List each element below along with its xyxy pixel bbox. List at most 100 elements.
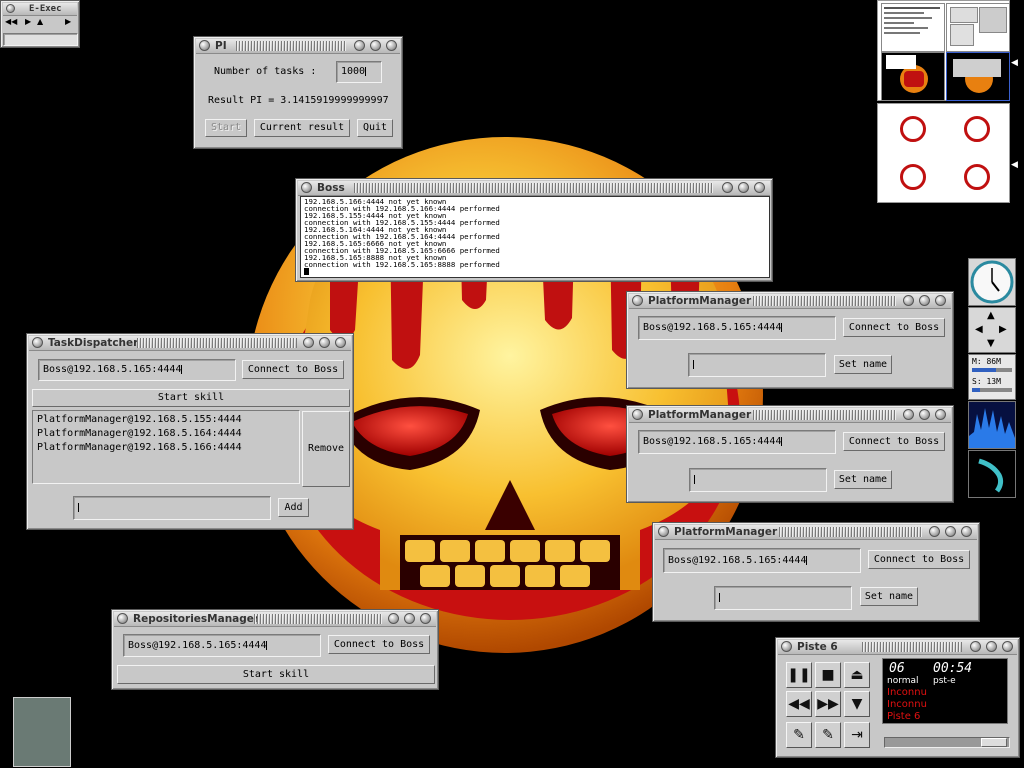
arrow-left-icon[interactable]: ◀ [975,324,983,335]
connect-to-boss-button[interactable]: Connect to Boss [868,550,970,569]
close-icon[interactable] [386,40,397,51]
pause-button[interactable]: ❚❚ [786,662,812,688]
next-button[interactable]: ▶▶ [815,691,841,717]
arrow-right-icon[interactable]: ▶ [999,324,1007,335]
close-icon[interactable] [335,337,346,348]
name-input[interactable] [689,468,827,492]
rewind-icon[interactable]: ◀◀ [5,16,17,28]
boss-address-input[interactable]: Boss@192.168.5.165:4444 [123,634,321,657]
quit-button[interactable]: Quit [357,119,393,137]
minimize-icon[interactable] [929,526,940,537]
eject-button[interactable]: ⏏ [844,662,870,688]
workspace-4[interactable] [946,52,1010,101]
minimize-icon[interactable] [970,641,981,652]
volume-slider[interactable] [884,737,1010,748]
maximize-icon[interactable] [945,526,956,537]
close-icon[interactable] [1002,641,1013,652]
arrow-down-icon[interactable]: ▼ [987,338,995,349]
desktop-pager[interactable] [877,0,1010,101]
connect-to-boss-button[interactable]: Connect to Boss [843,432,945,451]
minimize-icon[interactable] [303,337,314,348]
command-input[interactable] [3,33,78,46]
stop-button[interactable]: ■ [815,662,841,688]
boss-address-input[interactable]: Boss@192.168.5.165:4444 [663,548,861,573]
window-menu-icon[interactable] [117,613,128,624]
remove-button[interactable]: Remove [302,411,350,487]
set-name-button[interactable]: Set name [860,587,918,606]
maximize-icon[interactable] [404,613,415,624]
list-item[interactable]: PlatformManager@192.168.5.166:4444 [37,441,295,455]
window-menu-icon[interactable] [632,295,643,306]
connect-to-boss-button[interactable]: Connect to Boss [328,635,430,654]
previous-button[interactable]: ◀◀ [786,691,812,717]
connect-to-boss-button[interactable]: Connect to Boss [242,360,344,379]
pager-arrow-icon[interactable]: ◀ [1011,160,1018,170]
play-icon[interactable]: ▶ [65,16,71,28]
maximize-icon[interactable] [319,337,330,348]
set-name-button[interactable]: Set name [834,355,892,374]
close-icon[interactable] [754,182,765,193]
start-skill-button[interactable]: Start skill [32,389,350,407]
tasks-input[interactable]: 1000 [336,61,382,83]
maximize-icon[interactable] [738,182,749,193]
menu-icon[interactable] [6,4,15,13]
window-menu-icon[interactable] [632,409,643,420]
desktop-icon[interactable] [13,697,71,767]
set-name-button[interactable]: Set name [834,470,892,489]
app-icon[interactable] [900,164,926,190]
name-input[interactable] [688,353,826,377]
app-icon[interactable] [900,116,926,142]
minimize-icon[interactable] [903,409,914,420]
track-time: 00:54 [933,661,973,676]
nav-applet[interactable]: ▲ ◀ ▶ ▼ [968,307,1016,353]
window-menu-icon[interactable] [199,40,210,51]
name-input[interactable] [714,586,852,610]
exit-button[interactable]: ⇥ [844,722,870,748]
boss-address-input[interactable]: Boss@192.168.5.165:4444 [638,316,836,340]
workspace-2[interactable] [946,3,1010,52]
maximize-icon[interactable] [370,40,381,51]
boss-log[interactable]: 192.168.5.166:4444 not yet known connect… [300,196,770,278]
playlist-button[interactable]: ✎ [815,722,841,748]
minimize-icon[interactable] [354,40,365,51]
boss-address-input[interactable]: Boss@192.168.5.165:4444 [638,430,836,454]
window-menu-icon[interactable] [301,182,312,193]
down-button[interactable]: ▼ [844,691,870,717]
workspace-1[interactable] [881,3,945,52]
list-item[interactable]: PlatformManager@192.168.5.164:4444 [37,427,295,441]
workspace-3[interactable] [881,52,945,101]
close-icon[interactable] [935,295,946,306]
window-menu-icon[interactable] [32,337,43,348]
edit-button[interactable]: ✎ [786,722,812,748]
minimize-icon[interactable] [722,182,733,193]
maximize-icon[interactable] [919,409,930,420]
minimize-icon[interactable] [388,613,399,624]
platform-list[interactable]: PlatformManager@192.168.5.155:4444 Platf… [32,410,300,484]
app-icon[interactable] [964,116,990,142]
close-icon[interactable] [961,526,972,537]
clock-applet[interactable] [968,258,1016,306]
window-menu-icon[interactable] [658,526,669,537]
app-launcher[interactable] [968,450,1016,498]
maximize-icon[interactable] [986,641,997,652]
volume-handle[interactable] [981,738,1007,747]
play-back-icon[interactable]: ▶ [25,16,31,28]
window-menu-icon[interactable] [781,641,792,652]
close-icon[interactable] [935,409,946,420]
start-skill-button[interactable]: Start skill [117,665,435,684]
boss-address-input[interactable]: Boss@192.168.5.165:4444 [38,359,236,381]
add-input[interactable] [73,496,271,520]
arrow-up-icon[interactable]: ▲ [987,310,995,321]
maximize-icon[interactable] [919,295,930,306]
close-icon[interactable] [420,613,431,624]
add-button[interactable]: Add [278,498,309,517]
icon-workspace[interactable] [877,103,1010,203]
start-button[interactable]: Start [205,119,247,137]
eject-icon[interactable]: ▲ [37,16,43,28]
list-item[interactable]: PlatformManager@192.168.5.155:4444 [37,413,295,427]
app-icon[interactable] [964,164,990,190]
current-result-button[interactable]: Current result [254,119,350,137]
minimize-icon[interactable] [903,295,914,306]
pager-arrow-icon[interactable]: ◀ [1011,58,1018,68]
connect-to-boss-button[interactable]: Connect to Boss [843,318,945,337]
